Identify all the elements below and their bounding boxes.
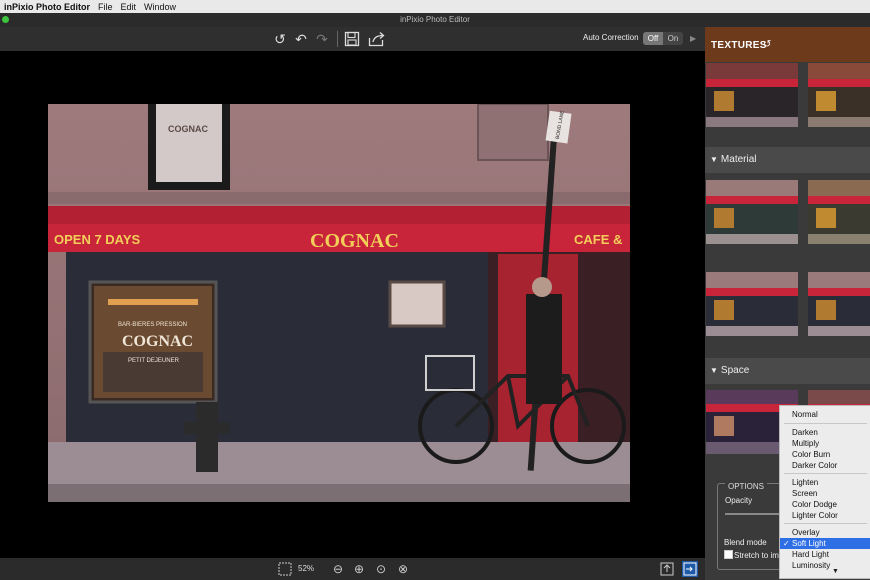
texture-thumbnail[interactable] xyxy=(808,180,870,244)
collapse-triangle-icon: ▼ xyxy=(710,155,718,164)
menu-edit[interactable]: Edit xyxy=(121,2,137,12)
toggle-on[interactable]: On xyxy=(663,32,683,45)
menu-separator xyxy=(784,423,867,424)
blend-option-label: Soft Light xyxy=(792,539,826,548)
auto-correction-label: Auto Correction xyxy=(583,33,639,42)
zoom-actual-icon[interactable]: ⊙ xyxy=(373,561,389,577)
options-title: OPTIONS xyxy=(725,482,768,491)
export-icon[interactable] xyxy=(659,561,675,577)
window-bottom-text: PETIT DEJEUNER xyxy=(128,358,180,364)
upper-window-sign: COGNAC xyxy=(168,124,208,134)
play-icon[interactable]: ▶ xyxy=(690,34,696,43)
awning-center-text: COGNAC xyxy=(310,230,399,252)
menu-separator xyxy=(784,473,867,474)
blend-option-color-burn[interactable]: Color Burn xyxy=(780,449,870,460)
blend-option-luminosity[interactable]: Luminosity xyxy=(780,560,870,571)
blend-option-lighten[interactable]: Lighten xyxy=(780,477,870,488)
blend-option-soft-light[interactable]: ✓ Soft Light xyxy=(780,538,870,549)
panel-header: TEXTURES ↺ xyxy=(705,27,870,62)
window-top-text: BAR-BIERES PRESSION xyxy=(118,322,187,328)
fit-screen-icon[interactable] xyxy=(277,561,293,577)
rotate-left-icon[interactable]: ↺ xyxy=(270,29,290,49)
save-icon[interactable] xyxy=(342,29,362,49)
blend-option-darker-color[interactable]: Darker Color xyxy=(780,460,870,471)
blend-option-normal[interactable]: Normal xyxy=(780,409,870,420)
section-label: Space xyxy=(720,365,750,376)
texture-thumbnail[interactable] xyxy=(808,63,870,127)
toggle-off[interactable]: Off xyxy=(643,32,663,45)
section-space[interactable]: ▼ Space xyxy=(705,358,870,384)
scroll-down-arrow-icon[interactable]: ▼ xyxy=(832,568,839,575)
zoom-level: 52% xyxy=(298,564,315,573)
window-brand-text: COGNAC xyxy=(122,333,193,350)
awning-right-text: CAFE & xyxy=(574,232,622,247)
blend-option-multiply[interactable]: Multiply xyxy=(780,438,870,449)
awning-left-text: OPEN 7 DAYS xyxy=(54,232,141,247)
share-icon[interactable] xyxy=(367,29,387,49)
checkmark-icon: ✓ xyxy=(783,539,790,548)
blend-option-screen[interactable]: Screen xyxy=(780,488,870,499)
menu-file[interactable]: File xyxy=(98,2,113,12)
opacity-label: Opacity xyxy=(725,496,753,505)
menu-separator xyxy=(784,523,867,524)
texture-thumbnail[interactable] xyxy=(706,180,798,244)
blend-option-overlay[interactable]: Overlay xyxy=(780,527,870,538)
toolbar: ↺ ↶ ↷ Auto Correction Off On ▶ xyxy=(0,27,705,52)
collapse-triangle-icon: ▼ xyxy=(710,366,718,375)
zoom-out-icon[interactable]: ⊖ xyxy=(330,561,346,577)
zoom-in-icon[interactable]: ⊕ xyxy=(351,561,367,577)
auto-correction-toggle[interactable]: Off On xyxy=(643,32,683,45)
texture-thumbnail[interactable] xyxy=(706,63,798,127)
zoom-fit-icon[interactable]: ⊗ xyxy=(395,561,411,577)
blend-option-darken[interactable]: Darken xyxy=(780,427,870,438)
stretch-label: Stretch to im xyxy=(734,551,779,560)
blend-option-color-dodge[interactable]: Color Dodge xyxy=(780,499,870,510)
window-title: inPixio Photo Editor xyxy=(0,13,870,27)
toolbar-divider xyxy=(337,31,338,47)
blend-option-lighter-color[interactable]: Lighter Color xyxy=(780,510,870,521)
back-icon[interactable]: ↺ xyxy=(763,39,771,50)
section-label: Material xyxy=(720,154,757,165)
redo-icon[interactable]: ↷ xyxy=(312,29,332,49)
texture-thumbnail[interactable] xyxy=(706,272,798,336)
app-menu[interactable]: inPixio Photo Editor xyxy=(4,2,90,12)
blend-mode-dropdown[interactable]: Normal Darken Multiply Color Burn Darker… xyxy=(779,405,870,579)
window-zoom-button[interactable] xyxy=(2,16,9,23)
side-panel-toggle-icon[interactable] xyxy=(682,561,698,577)
bottom-bar: 52% ⊖ ⊕ ⊙ ⊗ xyxy=(0,558,705,580)
blend-mode-label: Blend mode xyxy=(724,538,767,547)
menu-window[interactable]: Window xyxy=(144,2,176,12)
menu-bar: inPixio Photo Editor File Edit Window xyxy=(0,0,870,13)
opacity-slider[interactable] xyxy=(725,513,780,515)
texture-thumbnail[interactable] xyxy=(808,272,870,336)
section-material[interactable]: ▼ Material xyxy=(705,147,870,173)
panel-title: TEXTURES xyxy=(711,40,767,51)
photo-preview[interactable]: OPEN 7 DAYS COGNAC CAFE & COGNAC BAR-BIE… xyxy=(48,104,630,502)
undo-icon[interactable]: ↶ xyxy=(291,29,311,49)
blend-option-hard-light[interactable]: Hard Light xyxy=(780,549,870,560)
stretch-checkbox[interactable] xyxy=(724,550,733,559)
